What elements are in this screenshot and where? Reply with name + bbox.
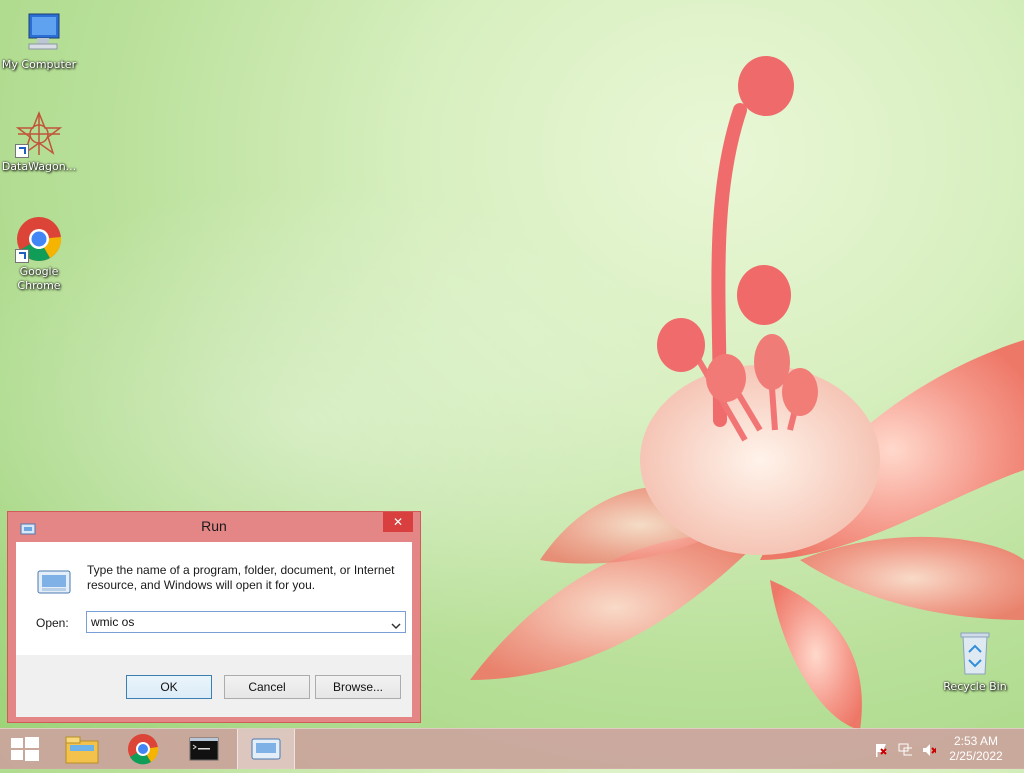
open-label: Open:: [36, 616, 69, 630]
run-description: Type the name of a program, folder, docu…: [87, 563, 395, 592]
desktop-icon-label: DataWagon...: [1, 160, 77, 173]
shortcut-arrow-icon: [15, 249, 29, 263]
browse-button[interactable]: Browse...: [315, 675, 401, 699]
run-dialog-body: Type the name of a program, folder, docu…: [16, 542, 412, 717]
taskbar-chrome[interactable]: [115, 729, 171, 769]
taskbar-run[interactable]: [237, 729, 295, 769]
start-button[interactable]: [0, 729, 48, 769]
desktop-icon-google-chrome[interactable]: Google Chrome: [1, 215, 77, 293]
taskbar-command-prompt[interactable]: [176, 729, 232, 769]
chrome-icon: [15, 215, 63, 263]
run-icon: [251, 738, 281, 760]
action-center-flag-icon[interactable]: [874, 743, 888, 757]
desktop-icon-my-computer[interactable]: My Computer: [1, 8, 77, 72]
computer-icon: [15, 8, 63, 56]
run-program-icon: [36, 569, 72, 595]
run-dialog-footer: OK Cancel Browse...: [16, 655, 412, 717]
system-clock[interactable]: 2:53 AM 2/25/2022: [946, 734, 1006, 764]
recycle-bin-icon: [951, 630, 999, 678]
taskbar-file-explorer[interactable]: [54, 729, 110, 769]
run-dialog: Run ✕ Type the name of a program, folder…: [7, 511, 421, 723]
shortcut-arrow-icon: [15, 144, 29, 158]
open-input[interactable]: [91, 614, 381, 630]
close-button[interactable]: ✕: [383, 512, 413, 532]
desktop-icon-recycle-bin[interactable]: Recycle Bin: [937, 630, 1013, 694]
network-icon[interactable]: [898, 743, 912, 757]
run-dialog-title: Run: [201, 518, 227, 534]
close-icon: ✕: [392, 515, 404, 529]
open-combobox[interactable]: [86, 611, 406, 633]
cmd-icon: [189, 737, 219, 761]
taskbar: 2:53 AM 2/25/2022: [0, 728, 1024, 769]
file-explorer-icon: [65, 736, 99, 764]
run-dialog-titlebar[interactable]: Run ✕: [8, 512, 420, 540]
volume-muted-icon[interactable]: [922, 743, 936, 757]
desktop-icon-label: Google Chrome: [17, 265, 61, 292]
desktop-icon-label: Recycle Bin: [943, 680, 1007, 693]
clock-time: 2:53 AM: [953, 734, 999, 748]
chrome-icon: [128, 734, 159, 765]
datawagon-logo-icon: [15, 110, 63, 158]
start-icon: [11, 737, 39, 761]
clock-date: 2/25/2022: [949, 749, 1003, 763]
desktop-icon-label: My Computer: [1, 58, 77, 71]
desktop-icon-datawagon[interactable]: DataWagon...: [1, 110, 77, 174]
ok-button[interactable]: OK: [126, 675, 212, 699]
chevron-down-icon[interactable]: [391, 616, 401, 630]
cancel-button[interactable]: Cancel: [224, 675, 310, 699]
